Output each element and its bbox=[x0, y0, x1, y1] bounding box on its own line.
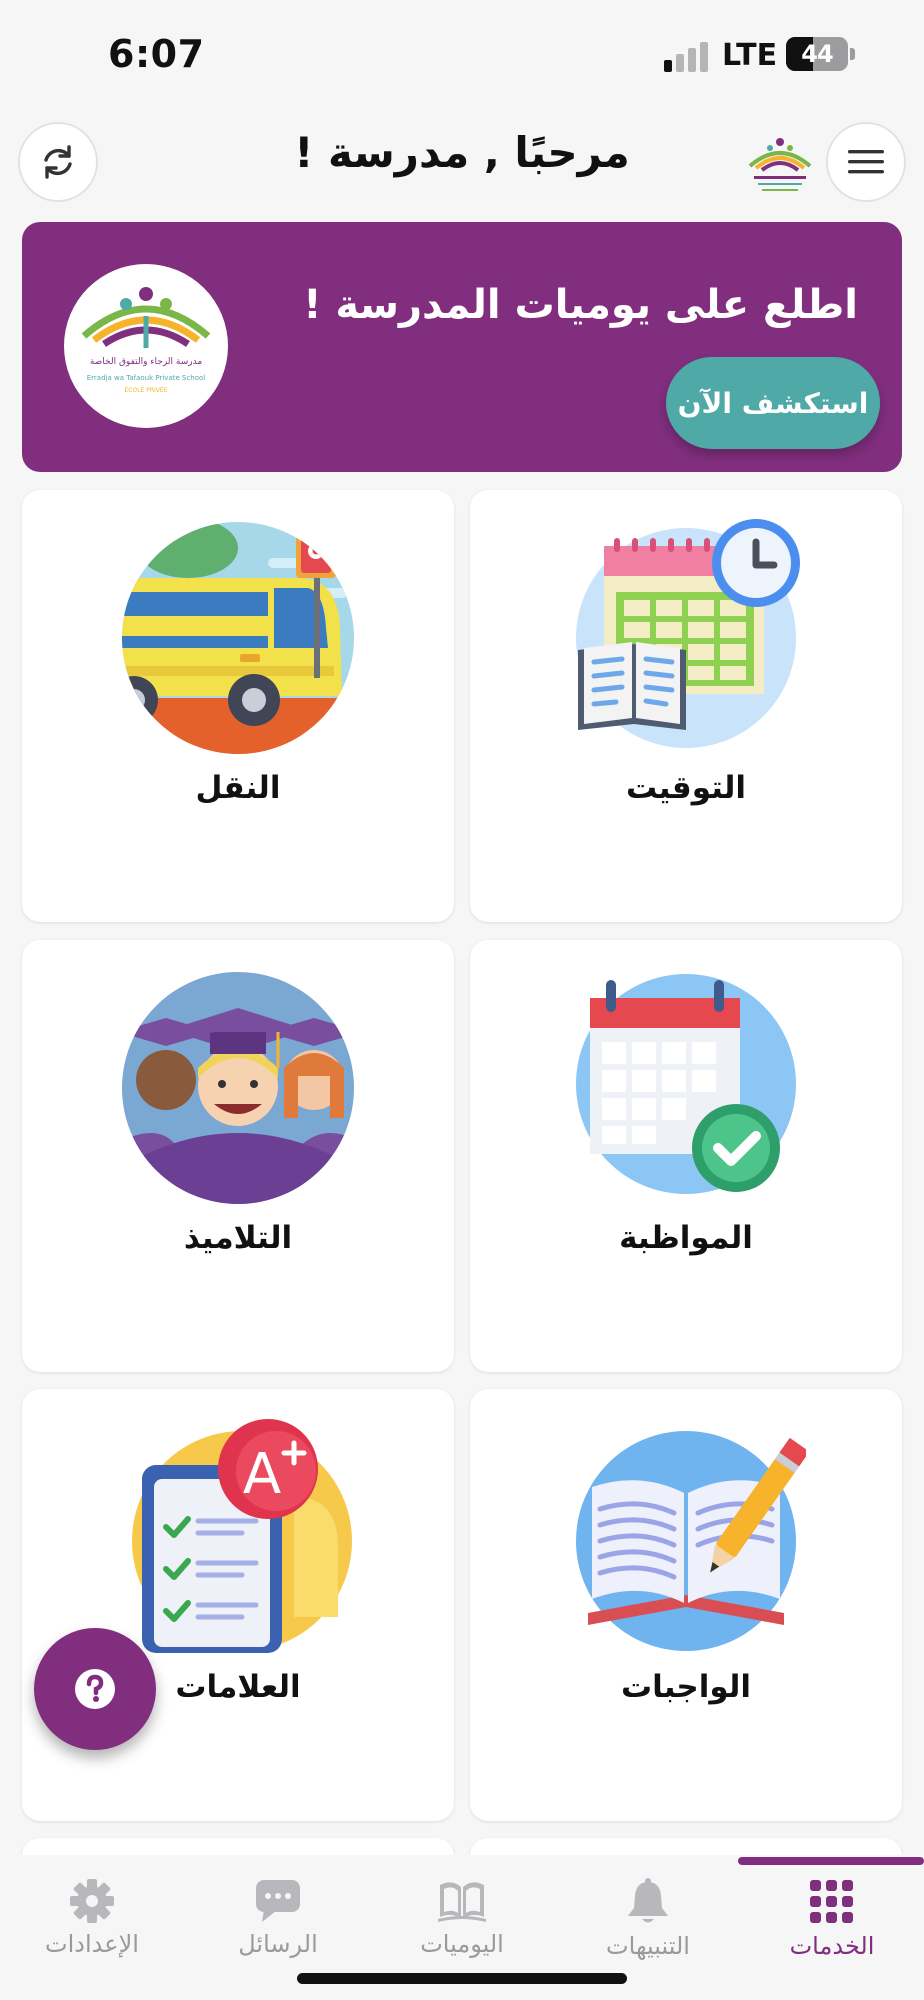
tab-label: الإعدادات bbox=[45, 1930, 139, 1958]
grades-icon: A bbox=[132, 1419, 352, 1653]
logo-text-fr: ÉCOLE PRIVÉE bbox=[125, 386, 168, 394]
tab-messages[interactable]: الرسائل bbox=[186, 1878, 370, 1958]
service-card-timetable[interactable]: التوقيت bbox=[470, 490, 902, 922]
explore-now-button[interactable]: استكشف الآن bbox=[666, 357, 880, 449]
diary-promo-banner: اطلع على يوميات المدرسة ! استكشف الآن مد… bbox=[22, 222, 902, 472]
bell-icon bbox=[622, 1878, 674, 1926]
grid-icon bbox=[806, 1878, 858, 1926]
service-card-students[interactable]: التلاميذ bbox=[22, 940, 454, 1372]
tab-label: الخدمات bbox=[789, 1932, 875, 1960]
chat-icon bbox=[252, 1878, 304, 1924]
tab-label: اليوميات bbox=[420, 1930, 504, 1958]
help-button[interactable] bbox=[34, 1628, 156, 1750]
battery-icon: 44 bbox=[786, 37, 848, 71]
tab-alerts[interactable]: التنبيهات bbox=[556, 1878, 740, 1960]
service-card-attendance[interactable]: المواظبة bbox=[470, 940, 902, 1372]
tab-label: الرسائل bbox=[238, 1930, 318, 1958]
tab-label: التنبيهات bbox=[606, 1932, 690, 1960]
attendance-calendar-icon bbox=[576, 974, 796, 1194]
home-indicator bbox=[297, 1973, 627, 1984]
service-card-homework[interactable]: الواجبات bbox=[470, 1389, 902, 1821]
cellular-signal-icon bbox=[664, 40, 712, 72]
grades-badge-letter: A bbox=[243, 1442, 281, 1507]
menu-button[interactable] bbox=[826, 122, 906, 202]
battery-level: 44 bbox=[801, 40, 833, 68]
battery-tip bbox=[850, 48, 855, 60]
service-label: المواظبة bbox=[619, 1220, 753, 1256]
service-label: النقل bbox=[195, 770, 281, 806]
service-label: الواجبات bbox=[620, 1669, 752, 1705]
school-logo-large: مدرسة الرجاء والتفوق الخاصة Erradja wa T… bbox=[64, 264, 228, 428]
tab-settings[interactable]: الإعدادات bbox=[0, 1878, 184, 1958]
service-label: التلاميذ bbox=[183, 1220, 293, 1256]
service-card-transport[interactable]: النقل bbox=[22, 490, 454, 922]
school-logo bbox=[740, 128, 820, 198]
banner-title: اطلع على يوميات المدرسة ! bbox=[303, 282, 858, 328]
service-label: التوقيت bbox=[625, 770, 747, 806]
logo-text-en: Erradja wa Tafaouk Private School bbox=[87, 374, 206, 382]
refresh-button[interactable] bbox=[18, 122, 98, 202]
gear-icon bbox=[66, 1878, 118, 1924]
bus-icon bbox=[122, 522, 354, 754]
timetable-icon bbox=[576, 519, 800, 748]
open-book-icon bbox=[436, 1878, 488, 1924]
network-type: LTE bbox=[722, 38, 778, 73]
students-graduates-icon bbox=[122, 972, 354, 1204]
homework-book-icon bbox=[576, 1431, 806, 1651]
tab-diary[interactable]: اليوميات bbox=[370, 1878, 554, 1958]
refresh-icon bbox=[44, 145, 72, 179]
tab-services[interactable]: الخدمات bbox=[740, 1878, 924, 1960]
logo-text-ar: مدرسة الرجاء والتفوق الخاصة bbox=[90, 357, 203, 367]
hamburger-menu-icon bbox=[848, 150, 884, 174]
service-card-grades[interactable]: A العلامات bbox=[22, 1389, 454, 1821]
active-tab-indicator bbox=[738, 1857, 924, 1865]
page-title: مرحبًا , مدرسة ! bbox=[294, 128, 630, 177]
status-time: 6:07 bbox=[108, 32, 205, 76]
question-mark-icon bbox=[75, 1669, 115, 1709]
